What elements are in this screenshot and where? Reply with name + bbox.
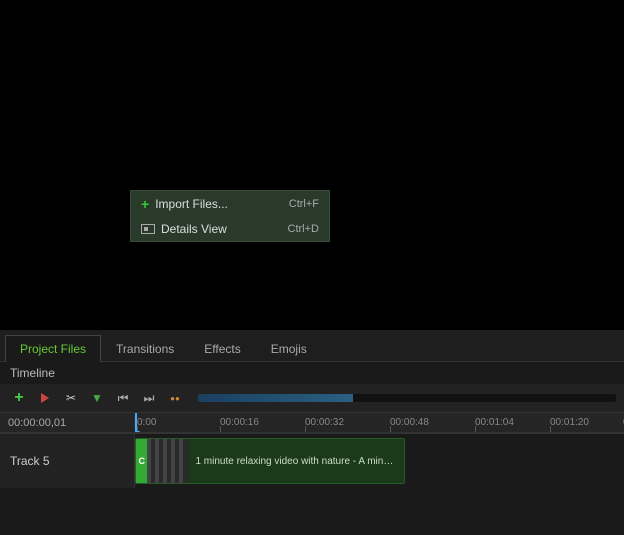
clip-title: 1 minute relaxing video with nature - A … xyxy=(189,456,404,467)
import-files-shortcut: Ctrl+F xyxy=(289,198,319,210)
time-mark-48: 00:00:48 xyxy=(390,417,429,428)
context-menu: + Import Files... Ctrl+F Details View Ct… xyxy=(130,190,330,242)
details-view-shortcut: Ctrl+D xyxy=(288,223,319,235)
time-mark-16: 00:00:16 xyxy=(220,417,259,428)
playhead-triangle xyxy=(135,431,140,432)
current-time-display: 00:00:00,01 xyxy=(0,417,135,429)
tab-transitions[interactable]: Transitions xyxy=(101,335,189,362)
skip-start-button[interactable]: ⏮ xyxy=(112,387,134,409)
plus-icon: + xyxy=(141,196,149,212)
thumb-stripe-3 xyxy=(163,439,167,483)
add-track-button[interactable]: + xyxy=(8,387,30,409)
timeline-toolbar: + ✂ ▼ ⏮ ⏭ ●● xyxy=(0,384,624,413)
timeline-label: Timeline xyxy=(0,362,624,384)
details-icon xyxy=(141,224,155,234)
time-mark-0: 0:00 xyxy=(137,417,156,428)
tab-project-files[interactable]: Project Files xyxy=(5,335,101,362)
time-tick-80 xyxy=(550,426,551,432)
time-mark-64: 00:01:04 xyxy=(475,417,514,428)
scrollbar-fill xyxy=(198,394,353,402)
time-tick-48 xyxy=(390,426,391,432)
time-mark-80: 00:01:20 xyxy=(550,417,589,428)
clip-thumbnail xyxy=(147,439,189,483)
timeline-scrollbar[interactable] xyxy=(198,394,616,402)
thumb-stripe-4 xyxy=(171,439,175,483)
tabs-row: Project Files Transitions Effects Emojis xyxy=(0,330,624,362)
preview-area: + Import Files... Ctrl+F Details View Ct… xyxy=(0,0,624,330)
track-area: Track 5 C 1 minute relaxing video with n… xyxy=(0,433,624,488)
time-mark-32: 00:00:32 xyxy=(305,417,344,428)
track-5-label: Track 5 xyxy=(0,434,135,488)
clip-color-bar: C xyxy=(136,439,147,483)
time-ruler: 00:00:00,01 0:00 00:00:16 00:00:32 00:00… xyxy=(0,413,624,433)
import-files-menu-item[interactable]: + Import Files... Ctrl+F xyxy=(131,191,329,217)
time-tick-64 xyxy=(475,426,476,432)
thumb-stripe-2 xyxy=(155,439,159,483)
more-options-button[interactable]: ●● xyxy=(164,387,186,409)
tab-emojis[interactable]: Emojis xyxy=(256,335,322,362)
thumb-stripe-1 xyxy=(147,439,151,483)
ripple-icon xyxy=(38,391,52,405)
track-clip[interactable]: C 1 minute relaxing video with nature - … xyxy=(135,438,405,484)
cut-button[interactable]: ✂ xyxy=(60,387,82,409)
thumb-stripe-5 xyxy=(179,439,183,483)
time-tick-32 xyxy=(305,426,306,432)
tab-effects[interactable]: Effects xyxy=(189,335,255,362)
import-files-label: Import Files... xyxy=(155,197,228,211)
snap-button[interactable]: ▼ xyxy=(86,387,108,409)
track-5-content[interactable]: C 1 minute relaxing video with nature - … xyxy=(135,434,624,488)
playhead[interactable] xyxy=(135,413,137,432)
timeline-section: Timeline + ✂ ▼ ⏮ ⏭ ●● 00:00:00,01 0:00 0… xyxy=(0,362,624,488)
ripple-button[interactable] xyxy=(34,387,56,409)
details-view-label: Details View xyxy=(161,222,227,236)
details-view-menu-item[interactable]: Details View Ctrl+D xyxy=(131,217,329,241)
skip-end-button[interactable]: ⏭ xyxy=(138,387,160,409)
time-markers: 0:00 00:00:16 00:00:32 00:00:48 00:01:04… xyxy=(135,413,624,432)
time-tick-16 xyxy=(220,426,221,432)
